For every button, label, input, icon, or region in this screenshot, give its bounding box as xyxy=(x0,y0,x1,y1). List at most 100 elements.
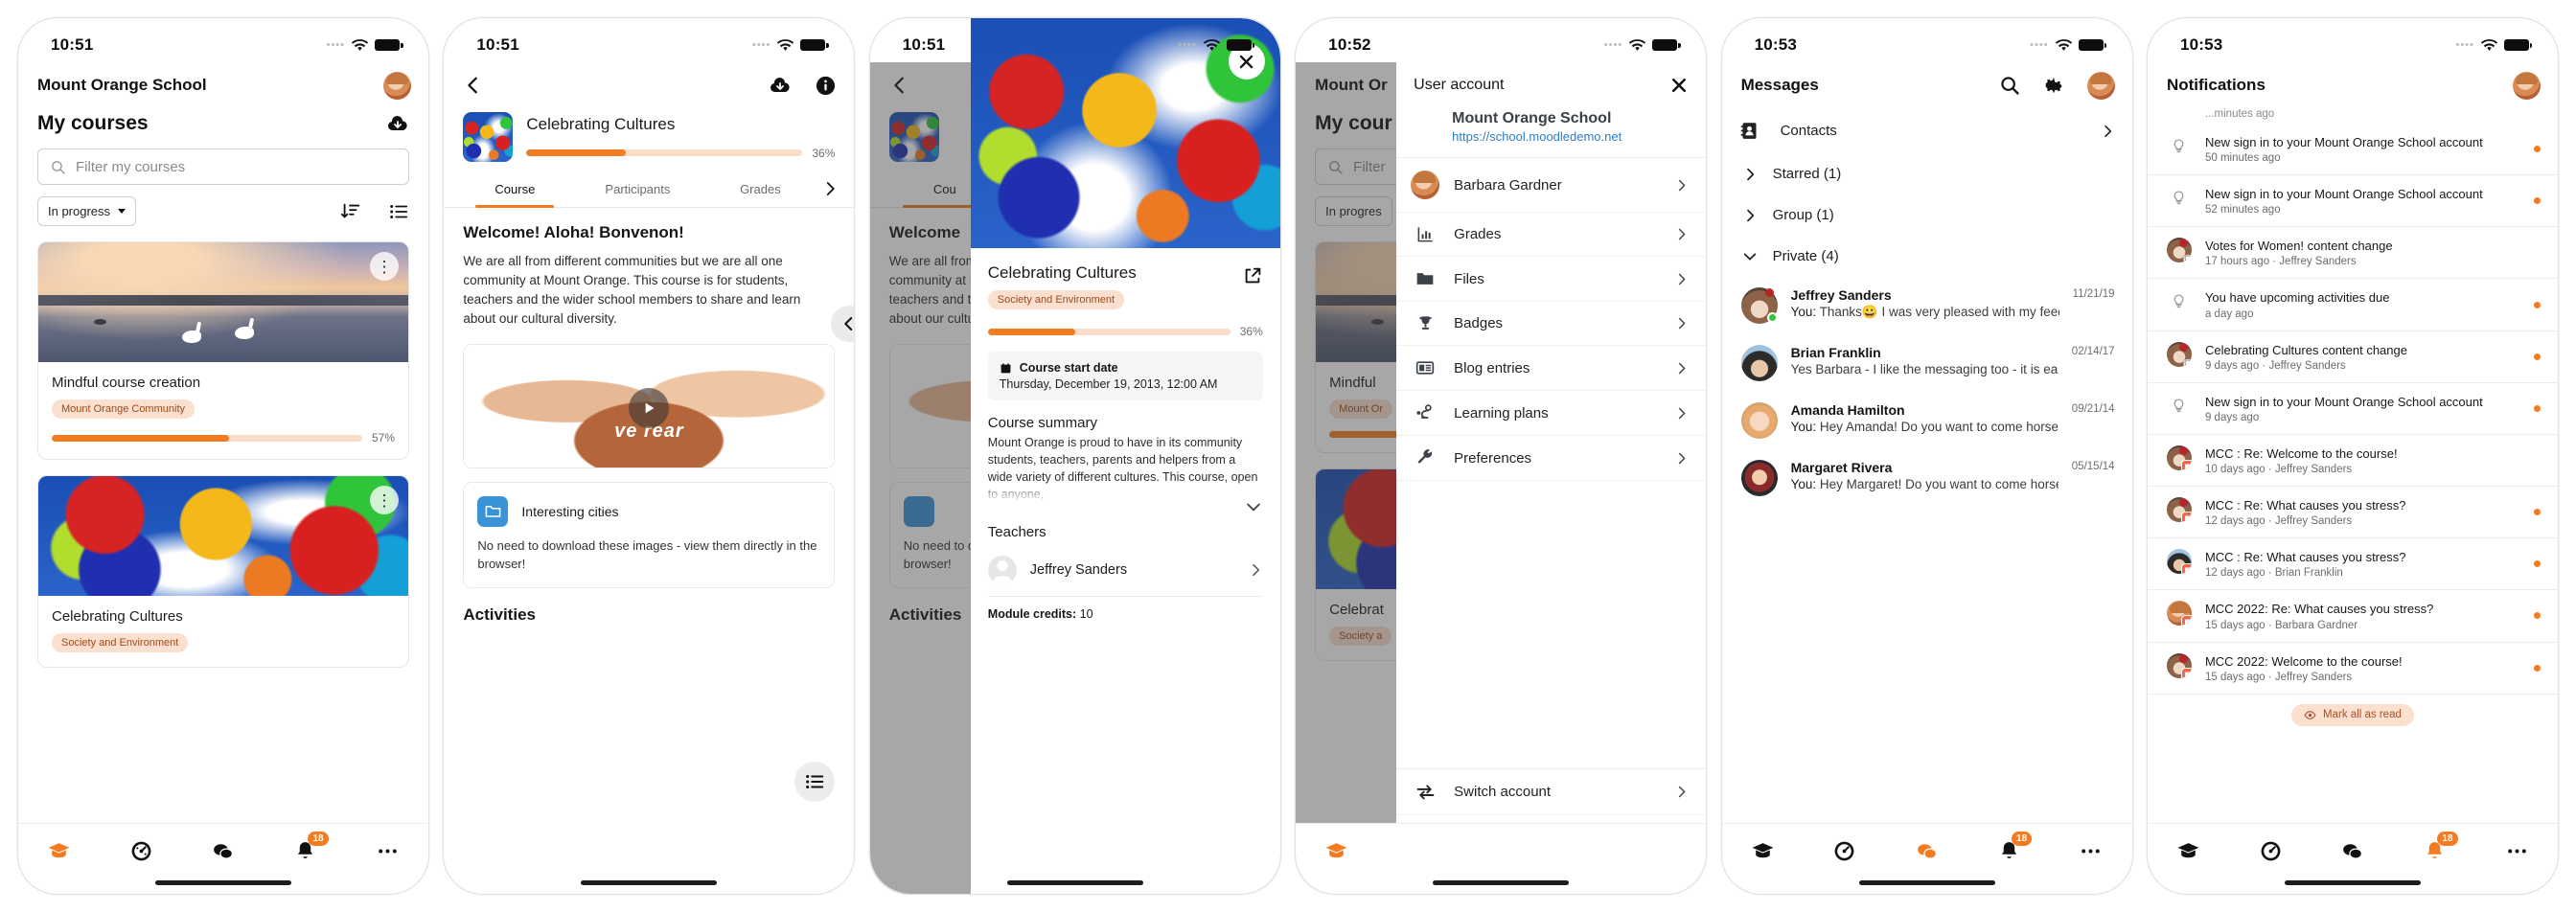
mark-all-read-button[interactable]: Mark all as read xyxy=(2291,703,2414,726)
notification-row[interactable]: MCC 2022: Welcome to the course! 15 days … xyxy=(2147,643,2558,695)
info-circle-icon[interactable] xyxy=(815,75,837,97)
contacts-row[interactable]: Contacts xyxy=(1722,108,2132,153)
drawer-header: User account xyxy=(1396,62,1706,108)
tab-courses[interactable] xyxy=(2168,836,2210,865)
conversation-preview: You: Thanks😀 I was very pleased with my … xyxy=(1791,305,2059,320)
site-url[interactable]: https://school.moodledemo.net xyxy=(1452,129,1689,144)
course-index-button[interactable] xyxy=(794,762,836,802)
cloud-download-icon[interactable] xyxy=(769,74,792,97)
notification-row[interactable]: MCC : Re: What causes you stress? 12 days… xyxy=(2147,487,2558,539)
tab-more[interactable] xyxy=(2070,836,2112,865)
chevron-right-icon[interactable] xyxy=(821,180,839,197)
tab-messages[interactable] xyxy=(2332,836,2374,865)
app-bar xyxy=(444,62,854,108)
group-starred[interactable]: Starred (1) xyxy=(1722,153,2132,194)
notification-row[interactable]: MCC 2022: Re: What causes you stress? 15 … xyxy=(2147,590,2558,643)
unread-dot xyxy=(2533,560,2541,568)
notification-row[interactable]: You have upcoming activities due a day ag… xyxy=(2147,279,2558,331)
conversation-row[interactable]: Brian Franklin Yes Barbara - I like the … xyxy=(1722,334,2132,392)
menu-item-switch-account[interactable]: Switch account xyxy=(1396,768,1707,815)
menu-item-badges[interactable]: Badges xyxy=(1396,302,1707,346)
open-external-icon[interactable] xyxy=(1242,265,1263,286)
course-card[interactable]: ⋮ Mindful course creation Mount Orange C… xyxy=(37,241,409,460)
tab-dashboard[interactable] xyxy=(120,836,162,865)
chevron-right-icon xyxy=(1679,786,1686,798)
notification-badge: 18 xyxy=(2012,832,2033,846)
video-card[interactable]: ve rear xyxy=(463,343,836,468)
tab-courses[interactable] xyxy=(38,836,80,865)
teacher-row[interactable]: Jeffrey Sanders xyxy=(987,544,1263,597)
tab-notifications[interactable]: 18 xyxy=(2414,832,2458,865)
group-group[interactable]: Group (1) xyxy=(1722,194,2132,236)
phone-notifications: 10:53 •••• Notifications ...minutes ago … xyxy=(2146,17,2559,895)
search-input[interactable]: Filter my courses xyxy=(37,148,409,185)
contacts-icon xyxy=(1740,123,1757,139)
more-vertical-icon[interactable]: ⋮ xyxy=(370,486,399,514)
search-icon[interactable] xyxy=(1999,75,2020,96)
folder-icon xyxy=(1416,273,1434,285)
menu-item-grades[interactable]: Grades xyxy=(1396,213,1707,257)
tab-messages[interactable] xyxy=(1906,836,1948,865)
conversation-preview: You: Hey Margaret! Do you want to come h… xyxy=(1791,477,2058,491)
user-avatar[interactable] xyxy=(383,71,411,100)
notifications-list[interactable]: ...minutes ago New sign in to your Mount… xyxy=(2147,108,2558,823)
tab-grades[interactable]: Grades xyxy=(699,173,821,207)
tab-notifications[interactable]: 18 xyxy=(285,832,329,865)
tab-dashboard[interactable] xyxy=(2249,836,2291,865)
conversation-preview: Yes Barbara - I like the messaging too -… xyxy=(1791,362,2058,376)
tab-dashboard[interactable] xyxy=(1824,836,1866,865)
list-view-icon[interactable] xyxy=(388,201,409,222)
home-indicator xyxy=(1858,880,1995,885)
notification-row[interactable]: New sign in to your Mount Orange School … xyxy=(2147,383,2558,435)
notification-row[interactable]: MCC : Re: Welcome to the course! 10 days … xyxy=(2147,435,2558,488)
course-card[interactable]: ⋮ Celebrating Cultures Society and Envir… xyxy=(37,475,409,668)
menu-label: Badges xyxy=(1454,315,1504,331)
course-category-badge: Society and Environment xyxy=(52,633,189,652)
close-icon[interactable] xyxy=(1669,76,1689,95)
status-time: 10:51 xyxy=(902,35,946,54)
date-value: Thursday, December 19, 2013, 12:00 AM xyxy=(999,377,1218,391)
conversation-date: 09/21/14 xyxy=(2071,403,2115,415)
notification-row[interactable]: New sign in to your Mount Orange School … xyxy=(2147,175,2558,228)
play-icon[interactable] xyxy=(629,388,670,429)
switch-account-icon xyxy=(1416,785,1435,800)
eye-icon xyxy=(2304,710,2316,719)
menu-item-profile[interactable]: Barbara Gardner xyxy=(1396,158,1707,213)
user-avatar[interactable] xyxy=(2512,71,2541,100)
avatar xyxy=(2166,238,2192,263)
notification-row[interactable]: MCC : Re: What causes you stress? 12 days… xyxy=(2147,538,2558,591)
conversation-row[interactable]: Margaret Rivera You: Hey Margaret! Do yo… xyxy=(1722,449,2132,507)
user-avatar[interactable] xyxy=(2086,71,2115,100)
phone-user-account-drawer: 10:52 •••• Mount Or My cour Filter In pr… xyxy=(1295,17,1708,895)
tab-more[interactable] xyxy=(366,836,408,865)
notification-row[interactable]: Celebrating Cultures content change 9 day… xyxy=(2147,331,2558,383)
group-private[interactable]: Private (4) xyxy=(1722,236,2132,277)
more-vertical-icon[interactable]: ⋮ xyxy=(370,252,399,281)
cloud-download-icon[interactable] xyxy=(386,112,409,135)
previous-section-button[interactable] xyxy=(831,306,855,342)
activity-card[interactable]: Interesting cities No need to download t… xyxy=(463,481,836,588)
conversation-row[interactable]: Jeffrey Sanders You: Thanks😀 I was very … xyxy=(1722,277,2132,334)
battery-icon xyxy=(2078,39,2107,51)
gear-icon[interactable] xyxy=(2043,75,2064,96)
menu-item-preferences[interactable]: Preferences xyxy=(1396,436,1707,481)
sort-descending-icon[interactable] xyxy=(340,201,361,222)
menu-item-files[interactable]: Files xyxy=(1396,257,1707,302)
tab-messages[interactable] xyxy=(202,836,244,865)
conversation-row[interactable]: Amanda Hamilton You: Hey Amanda! Do you … xyxy=(1722,392,2132,449)
battery-icon xyxy=(2503,39,2533,51)
back-arrow-icon[interactable] xyxy=(463,75,484,96)
calendar-icon xyxy=(1000,362,1011,373)
tab-course[interactable]: Course xyxy=(453,173,576,208)
bulb-icon xyxy=(2183,255,2192,263)
notification-row[interactable]: Votes for Women! content change 17 hours … xyxy=(2147,227,2558,280)
site-name: Mount Orange School xyxy=(37,76,207,94)
menu-item-learning-plans[interactable]: Learning plans xyxy=(1396,391,1707,436)
notification-row[interactable]: New sign in to your Mount Orange School … xyxy=(2147,124,2558,176)
tab-more[interactable] xyxy=(2496,836,2538,865)
status-filter-select[interactable]: In progress xyxy=(37,196,137,226)
tab-notifications[interactable]: 18 xyxy=(1988,832,2033,865)
menu-item-blog-entries[interactable]: Blog entries xyxy=(1396,346,1707,391)
tab-courses[interactable] xyxy=(1741,836,1783,865)
tab-participants[interactable]: Participants xyxy=(576,173,699,207)
